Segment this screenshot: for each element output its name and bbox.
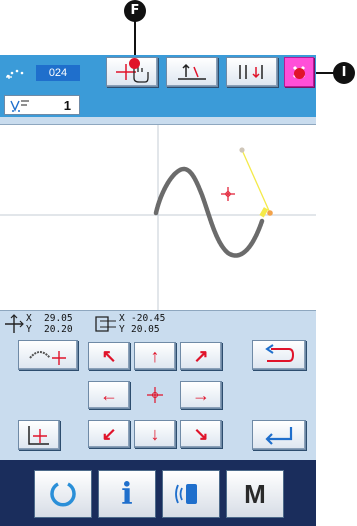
callout-marker-i: I bbox=[333, 62, 355, 84]
mode-button[interactable]: M bbox=[226, 470, 284, 518]
crosshair-icon bbox=[147, 387, 163, 403]
needle-move-end-icon bbox=[239, 65, 263, 79]
enter-button[interactable] bbox=[252, 420, 306, 450]
direction-pad-center bbox=[134, 381, 176, 409]
needle-move-start-icon bbox=[178, 63, 206, 80]
absolute-coordinate-icon bbox=[5, 314, 24, 333]
reset-button[interactable] bbox=[34, 470, 92, 518]
target-cursor bbox=[221, 187, 235, 201]
callout-target-f bbox=[129, 58, 140, 69]
move-to-end-button[interactable] bbox=[226, 57, 278, 87]
return-icon bbox=[265, 344, 295, 362]
callout-target-i bbox=[294, 68, 305, 79]
stitch-curve bbox=[153, 166, 265, 258]
move-up-left-button[interactable]: ↖ bbox=[88, 342, 130, 370]
move-down-left-button[interactable]: ↙ bbox=[88, 420, 130, 448]
end-point-marker bbox=[267, 210, 273, 216]
selected-segment-marker bbox=[259, 207, 269, 218]
move-left-button[interactable]: ← bbox=[88, 381, 130, 409]
communication-button[interactable] bbox=[162, 470, 220, 518]
arrow-down-icon: ↓ bbox=[150, 423, 160, 444]
pattern-icon bbox=[6, 69, 24, 79]
arrow-up-icon: ↑ bbox=[150, 345, 160, 366]
move-to-start-button[interactable] bbox=[166, 57, 218, 87]
move-down-right-button[interactable]: ↘ bbox=[180, 420, 222, 448]
arrow-up-left-icon: ↖ bbox=[101, 345, 117, 366]
arrow-right-icon: → bbox=[192, 384, 210, 405]
arrow-left-icon: ← bbox=[100, 384, 118, 405]
relative-y-value: 20.05 bbox=[131, 324, 160, 335]
stitch-count-bar: 1 bbox=[0, 91, 316, 117]
relative-coordinate-icon bbox=[95, 316, 116, 332]
move-down-button[interactable]: ↓ bbox=[134, 420, 176, 448]
communication-icon bbox=[175, 484, 197, 504]
reference-point bbox=[239, 147, 245, 153]
move-up-right-button[interactable]: ↗ bbox=[180, 342, 222, 370]
pattern-number-display: 024 bbox=[36, 65, 80, 81]
construction-line bbox=[241, 149, 271, 214]
current-x-value: 29.05 bbox=[44, 313, 73, 324]
absolute-coordinates: 29.05 20.20 bbox=[44, 313, 73, 335]
mode-icon: M bbox=[244, 478, 266, 509]
top-toolbar: 024 bbox=[0, 55, 316, 91]
input-position-button[interactable] bbox=[18, 420, 60, 450]
info-icon: i bbox=[121, 476, 133, 512]
relative-axis-labels: XY bbox=[119, 313, 125, 335]
input-position-icon bbox=[28, 426, 49, 445]
pattern-canvas[interactable] bbox=[0, 124, 316, 311]
move-right-button[interactable]: → bbox=[180, 381, 222, 409]
information-button[interactable]: i bbox=[98, 470, 156, 518]
return-button[interactable] bbox=[252, 340, 306, 370]
relative-x-value: -20.45 bbox=[131, 313, 166, 324]
point-curve-icon bbox=[29, 351, 66, 365]
pattern-drawing bbox=[0, 125, 316, 310]
arrow-up-right-icon: ↗ bbox=[193, 345, 209, 366]
arrow-down-right-icon: ↘ bbox=[193, 423, 209, 444]
sewing-data-screen: 024 1 X Y 29.05 20.20 X Y -20.45 20.05 ↖… bbox=[0, 55, 316, 526]
absolute-axis-labels: XY bbox=[26, 313, 32, 335]
reset-icon bbox=[50, 482, 76, 507]
arrow-down-left-icon: ↙ bbox=[101, 423, 117, 444]
current-y-value: 20.20 bbox=[44, 324, 73, 335]
callout-marker-f: F bbox=[124, 0, 146, 22]
point-to-point-button[interactable] bbox=[18, 340, 78, 370]
stitch-count-icon bbox=[10, 100, 29, 112]
enter-icon bbox=[265, 427, 293, 445]
move-up-button[interactable]: ↑ bbox=[134, 342, 176, 370]
relative-coordinates: -20.45 20.05 bbox=[131, 313, 165, 335]
bottom-navigation-bar: i M bbox=[0, 460, 316, 526]
stitch-count-box: 1 bbox=[4, 95, 80, 115]
stitch-count-value: 1 bbox=[63, 98, 71, 113]
